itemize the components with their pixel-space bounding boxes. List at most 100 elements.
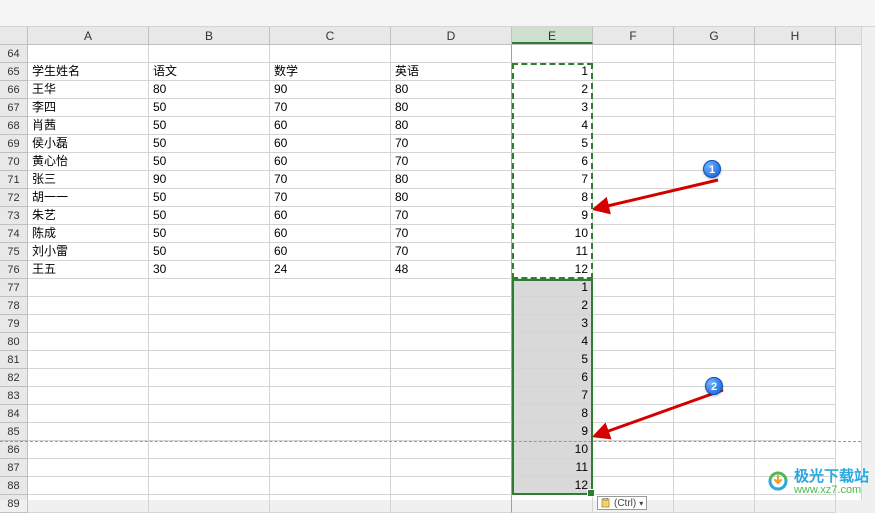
cell[interactable]: 9	[512, 207, 593, 225]
cell[interactable]: 8	[512, 405, 593, 423]
cell[interactable]	[512, 45, 593, 63]
spreadsheet[interactable]: A B C D E F G H 646566676869707172737475…	[0, 27, 875, 500]
cell[interactable]: 90	[149, 171, 270, 189]
cell[interactable]: 10	[512, 441, 593, 459]
cell[interactable]	[270, 333, 391, 351]
cell[interactable]: 4	[512, 333, 593, 351]
cell[interactable]: 刘小雷	[28, 243, 149, 261]
cell[interactable]	[28, 333, 149, 351]
row-header[interactable]: 85	[0, 423, 28, 441]
cell[interactable]: 50	[149, 153, 270, 171]
cell[interactable]: 70	[391, 153, 512, 171]
cell[interactable]: 90	[270, 81, 391, 99]
cell[interactable]: 80	[391, 189, 512, 207]
cell[interactable]: 24	[270, 261, 391, 279]
cell[interactable]	[28, 351, 149, 369]
cell[interactable]	[149, 351, 270, 369]
cell[interactable]: 70	[391, 225, 512, 243]
cell[interactable]: 50	[149, 189, 270, 207]
cell[interactable]: 60	[270, 117, 391, 135]
cell[interactable]	[593, 63, 674, 81]
cell[interactable]	[755, 297, 836, 315]
cell[interactable]	[512, 495, 593, 513]
cell[interactable]	[149, 45, 270, 63]
cell[interactable]	[391, 441, 512, 459]
row-header[interactable]: 65	[0, 63, 28, 81]
cell[interactable]	[755, 81, 836, 99]
cell[interactable]	[149, 423, 270, 441]
row-header[interactable]: 87	[0, 459, 28, 477]
cell[interactable]: 2	[512, 81, 593, 99]
cell[interactable]	[391, 495, 512, 513]
cell[interactable]	[755, 405, 836, 423]
cell[interactable]	[674, 225, 755, 243]
cell[interactable]: 60	[270, 225, 391, 243]
cell[interactable]: 60	[270, 135, 391, 153]
cell[interactable]	[674, 243, 755, 261]
cell[interactable]	[28, 279, 149, 297]
cell[interactable]	[593, 99, 674, 117]
cell[interactable]	[28, 297, 149, 315]
cell[interactable]	[149, 279, 270, 297]
cell[interactable]	[674, 261, 755, 279]
cell[interactable]	[755, 369, 836, 387]
cell[interactable]: 6	[512, 369, 593, 387]
cell[interactable]	[149, 441, 270, 459]
cell[interactable]	[755, 423, 836, 441]
cell[interactable]	[593, 45, 674, 63]
cell[interactable]	[755, 261, 836, 279]
cell[interactable]	[149, 495, 270, 513]
cell[interactable]	[391, 423, 512, 441]
row-header[interactable]: 80	[0, 333, 28, 351]
cell[interactable]	[755, 153, 836, 171]
cell[interactable]: 50	[149, 99, 270, 117]
cell[interactable]	[593, 117, 674, 135]
cell[interactable]	[391, 279, 512, 297]
cell[interactable]	[593, 297, 674, 315]
cell[interactable]	[755, 441, 836, 459]
row-header[interactable]: 68	[0, 117, 28, 135]
cell[interactable]: 12	[512, 477, 593, 495]
cell[interactable]	[270, 459, 391, 477]
cell[interactable]	[674, 81, 755, 99]
cell[interactable]	[270, 279, 391, 297]
cell[interactable]	[149, 315, 270, 333]
cell[interactable]: 3	[512, 99, 593, 117]
cell[interactable]	[391, 405, 512, 423]
cell[interactable]: 侯小磊	[28, 135, 149, 153]
cell[interactable]	[674, 333, 755, 351]
row-header[interactable]: 76	[0, 261, 28, 279]
cell[interactable]	[755, 117, 836, 135]
cell[interactable]	[674, 441, 755, 459]
cell[interactable]: 王华	[28, 81, 149, 99]
row-header[interactable]: 77	[0, 279, 28, 297]
cell[interactable]	[270, 387, 391, 405]
col-header-B[interactable]: B	[149, 27, 270, 44]
cell[interactable]	[28, 387, 149, 405]
cell[interactable]	[674, 459, 755, 477]
cell[interactable]	[755, 45, 836, 63]
cell[interactable]	[593, 225, 674, 243]
cell[interactable]: 2	[512, 297, 593, 315]
row-header[interactable]: 75	[0, 243, 28, 261]
row-header[interactable]: 78	[0, 297, 28, 315]
row-header[interactable]: 73	[0, 207, 28, 225]
cell[interactable]	[391, 315, 512, 333]
cell[interactable]: 50	[149, 243, 270, 261]
row-header[interactable]: 81	[0, 351, 28, 369]
cell[interactable]: 李四	[28, 99, 149, 117]
cell[interactable]	[755, 351, 836, 369]
row-header[interactable]: 67	[0, 99, 28, 117]
cell[interactable]	[28, 315, 149, 333]
cell[interactable]	[149, 387, 270, 405]
cell[interactable]: 4	[512, 117, 593, 135]
cell[interactable]: 11	[512, 459, 593, 477]
cell[interactable]: 语文	[149, 63, 270, 81]
cell[interactable]	[391, 369, 512, 387]
cell[interactable]	[270, 45, 391, 63]
cell[interactable]: 50	[149, 135, 270, 153]
cell[interactable]	[28, 369, 149, 387]
cell[interactable]	[674, 117, 755, 135]
row-header[interactable]: 82	[0, 369, 28, 387]
cell[interactable]	[149, 297, 270, 315]
